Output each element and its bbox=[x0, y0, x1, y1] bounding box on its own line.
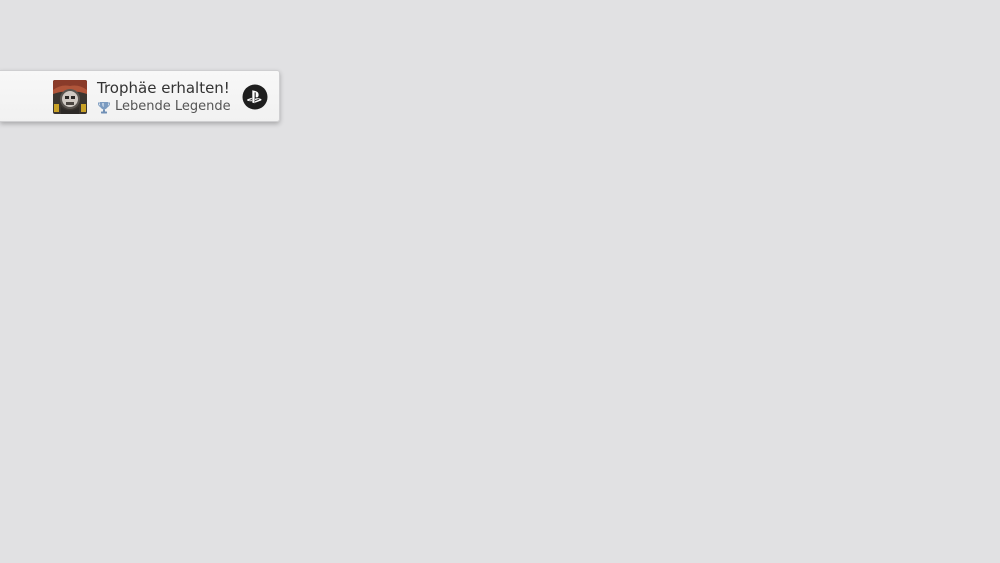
notification-title: Trophäe erhalten! bbox=[97, 79, 230, 97]
trophy-name-row: Lebende Legende bbox=[97, 99, 231, 115]
platinum-trophy-icon bbox=[97, 101, 111, 114]
trophy-notification: Trophäe erhalten! Lebende Legende bbox=[0, 70, 280, 122]
trophy-artwork bbox=[53, 80, 87, 114]
playstation-logo-icon bbox=[242, 84, 268, 110]
trophy-name: Lebende Legende bbox=[115, 99, 231, 114]
